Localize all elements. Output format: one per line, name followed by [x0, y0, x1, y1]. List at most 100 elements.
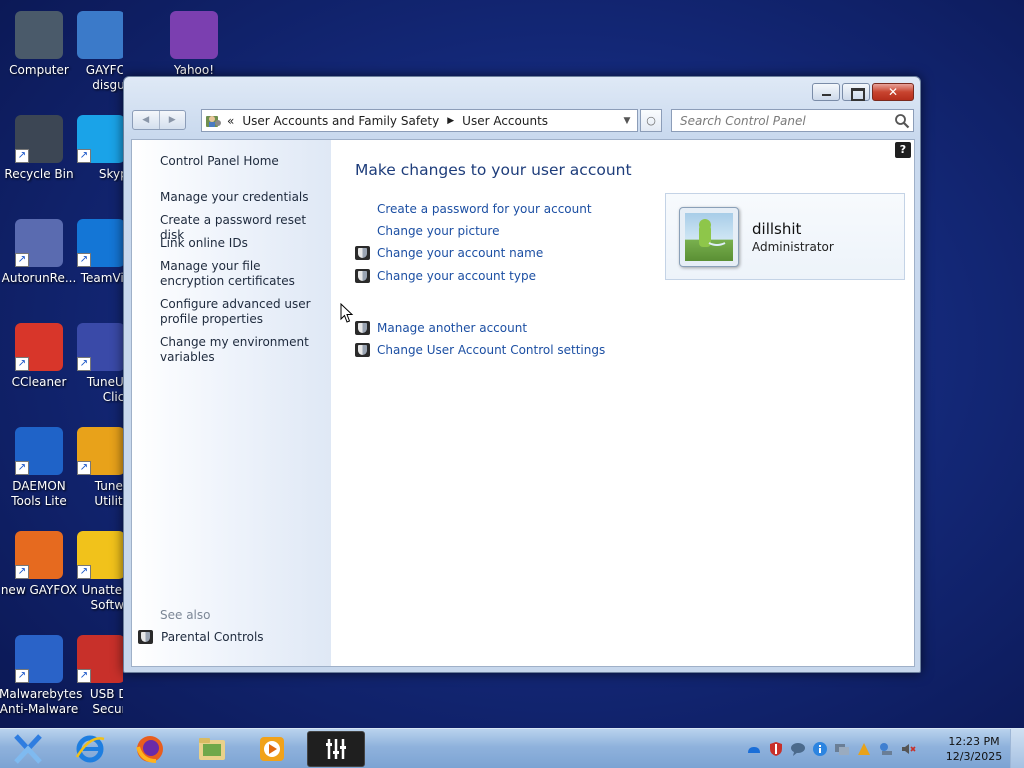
desktop-icon-yahoo-messenger[interactable]: Yahoo!	[154, 5, 234, 78]
desktop-icon-computer[interactable]: Computer	[0, 5, 79, 78]
desktop-icon-daemon-tools[interactable]: ↗ DAEMON Tools Lite	[0, 421, 79, 509]
nav-buttons: ◀ ▶	[132, 110, 186, 130]
clock[interactable]: 12:23 PM 12/3/2025	[944, 734, 1004, 764]
change-picture-link[interactable]: Change your picture	[355, 224, 499, 238]
forward-button[interactable]: ▶	[160, 111, 186, 129]
tray-connection-icon[interactable]	[878, 741, 894, 757]
user-accounts-icon	[205, 113, 223, 129]
desktop-icon-label: USB Disk Security	[89, 687, 123, 716]
desktop-icon-tuneup-utilities[interactable]: ↗TuneUp Utilities	[77, 421, 123, 509]
tray-chat-icon[interactable]	[790, 741, 806, 757]
shortcut-arrow-icon: ↗	[15, 357, 29, 371]
desktop-icon-tuneup[interactable]: ↗ TuneUp 1-Click	[77, 317, 123, 405]
tray-tuneup-icon[interactable]	[856, 741, 872, 757]
file-encryption-link[interactable]: Manage your file encryption certificates	[160, 259, 325, 289]
left-pane: Control Panel Home Manage your credentia…	[132, 140, 331, 666]
breadcrumb-separator-icon[interactable]: ▶	[447, 116, 454, 126]
close-button[interactable]	[872, 83, 914, 101]
task-label: Change your picture	[377, 224, 500, 238]
mouse-cursor-icon	[340, 303, 354, 323]
tray-network-icon[interactable]	[834, 741, 850, 757]
back-button[interactable]: ◀	[133, 111, 160, 129]
task-label: Change User Account Control settings	[377, 343, 606, 357]
desktop-icon-label: Skype	[98, 167, 123, 181]
recycle-bin-icon: ↗	[15, 115, 63, 163]
media-player-button[interactable]	[244, 731, 300, 767]
breadcrumb-overflow[interactable]: «	[227, 114, 234, 128]
shortcut-arrow-icon: ↗	[77, 149, 91, 163]
uac-shield-icon	[355, 343, 370, 357]
firefox-button[interactable]	[122, 731, 178, 767]
desktop-icon-ccleaner[interactable]: ↗ CCleaner	[0, 317, 79, 390]
tray-security-shield-icon[interactable]	[768, 741, 784, 757]
task-label: Change your account name	[377, 246, 544, 260]
refresh-button[interactable]: ○	[640, 109, 662, 132]
maximize-button[interactable]	[842, 83, 870, 101]
window-controls	[812, 83, 914, 101]
advanced-profile-link[interactable]: Configure advanced user profile properti…	[160, 297, 325, 327]
tray-cloud-icon[interactable]	[746, 741, 762, 757]
internet-explorer-button[interactable]	[62, 731, 118, 767]
parental-controls-label: Parental Controls	[161, 630, 264, 644]
tuneup-icon: ↗	[77, 323, 123, 371]
media-player-icon	[260, 737, 284, 761]
desktop-icon-teamviewer[interactable]: ↗ TeamViewer	[77, 213, 123, 286]
create-password-link[interactable]: Create a password for your account	[355, 202, 592, 216]
address-bar[interactable]: « User Accounts and Family Safety ▶ User…	[201, 109, 638, 132]
uac-settings-link[interactable]: Change User Account Control settings	[355, 343, 605, 357]
desktop-icon-usb-disk-security[interactable]: ↗ USB Disk Security	[77, 629, 123, 717]
desktop-icon-label: Recycle Bin	[4, 167, 74, 181]
chevron-down-icon[interactable]: ▼	[617, 116, 637, 126]
desktop-icon-globe[interactable]: GAYFOX in disguise	[77, 5, 123, 93]
avatar[interactable]	[679, 207, 739, 267]
breadcrumb-user-accounts-family-safety[interactable]: User Accounts and Family Safety	[242, 114, 439, 128]
tray-info-icon[interactable]	[812, 741, 828, 757]
page-title: Make changes to your user account	[355, 161, 632, 179]
shortcut-arrow-icon: ↗	[77, 461, 91, 475]
desktop-icon-malwarebytes[interactable]: ↗ Malwarebytes Anti-Malware	[0, 629, 82, 717]
start-icon	[14, 734, 42, 764]
account-card: dillshit Administrator	[665, 193, 905, 280]
breadcrumb-user-accounts[interactable]: User Accounts	[462, 114, 548, 128]
desktop-icon-label: GAYFOX in disguise	[85, 63, 123, 92]
desktop-icon-recycle-bin[interactable]: ↗ Recycle Bin	[0, 109, 79, 182]
manage-credentials-link[interactable]: Manage your credentials	[160, 190, 325, 205]
daemon-tools-icon: ↗	[15, 427, 63, 475]
file-explorer-button[interactable]	[184, 731, 240, 767]
clock-time: 12:23 PM	[948, 735, 1000, 748]
desktop-icon-autorun[interactable]: ↗ AutorunRe...	[0, 213, 79, 286]
link-online-ids-link[interactable]: Link online IDs	[160, 236, 325, 251]
shortcut-arrow-icon: ↗	[15, 149, 29, 163]
shortcut-arrow-icon: ↗	[77, 565, 91, 579]
desktop-icon-skype[interactable]: ↗ Skype	[77, 109, 123, 182]
shortcut-arrow-icon: ↗	[15, 565, 29, 579]
uac-shield-icon	[138, 630, 153, 644]
search-icon[interactable]	[894, 113, 910, 129]
change-account-name-link[interactable]: Change your account name	[355, 246, 543, 260]
parental-controls-link[interactable]: Parental Controls	[138, 630, 264, 644]
minimize-button[interactable]	[812, 83, 840, 101]
internet-explorer-icon	[75, 735, 105, 763]
show-desktop-button[interactable]	[1010, 729, 1024, 768]
search-input[interactable]	[671, 109, 914, 132]
task-label: Change your account type	[377, 269, 536, 283]
account-role: Administrator	[752, 240, 834, 254]
desktop-icon-star[interactable]: ↗ Unattended Software	[77, 525, 123, 613]
tray-volume-muted-icon[interactable]	[900, 741, 916, 757]
environment-variables-link[interactable]: Change my environment variables	[160, 335, 325, 365]
uac-shield-icon	[355, 246, 370, 260]
change-account-type-link[interactable]: Change your account type	[355, 269, 536, 283]
control-panel-home-link[interactable]: Control Panel Home	[160, 154, 325, 169]
manage-another-account-link[interactable]: Manage another account	[355, 321, 527, 335]
help-button[interactable]: ?	[895, 142, 911, 158]
uac-shield-icon	[355, 321, 370, 335]
user-accounts-window: ◀ ▶ « User Accounts and Family Safety ▶ …	[123, 76, 921, 673]
desktop-icon-label: TuneUp 1-Click	[86, 375, 123, 404]
shortcut-arrow-icon: ↗	[15, 669, 29, 683]
tuneup-utilities-icon: ↗	[77, 427, 123, 475]
teamviewer-icon: ↗	[77, 219, 123, 267]
desktop-icon-firefox[interactable]: ↗ new GAYFOX	[0, 525, 79, 598]
start-button[interactable]	[0, 731, 56, 767]
desktop-icon-label: TuneUp Utilities	[94, 479, 123, 508]
control-panel-button[interactable]	[307, 731, 365, 767]
